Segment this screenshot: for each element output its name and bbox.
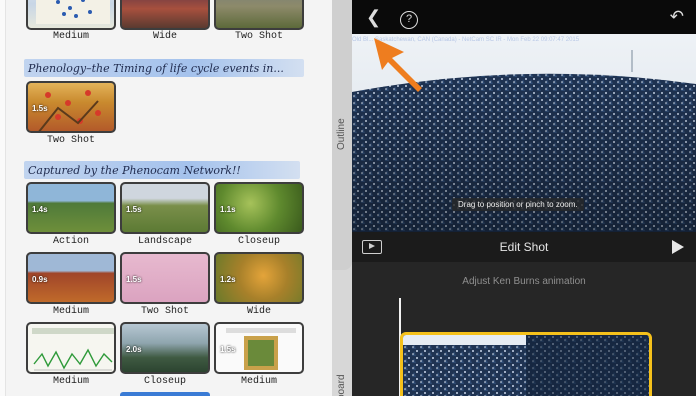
storyboard-clip[interactable]: Two Shot <box>214 0 304 44</box>
clip-thumbnail <box>26 322 116 374</box>
clip-thumbnail: 1.1s <box>214 182 304 234</box>
clip-thumbnail: 0.9s <box>26 252 116 304</box>
clip-label: Action <box>52 236 89 247</box>
clip-label: Wide <box>246 306 271 317</box>
clip-thumbnail: 1.2s <box>214 252 304 304</box>
storyboard-tab-label[interactable]: board <box>336 374 347 396</box>
ken-burns-label: Adjust Ken Burns animation <box>462 276 586 287</box>
storyboard-clip[interactable]: 1.5s Two Shot <box>26 81 116 147</box>
storyboard-clip[interactable]: 1.5s Two Shot <box>120 252 210 318</box>
next-row-peek <box>120 392 210 396</box>
ken-burns-panel: Adjust Ken Burns animation <box>352 262 696 396</box>
outline-tab-label[interactable]: Outline <box>336 118 347 150</box>
camera-info-overlay: Old Bl... Saskatchewan, CAN (Canada) - N… <box>352 37 580 43</box>
map-image <box>36 0 110 24</box>
back-chevron-icon[interactable]: ❮ <box>366 8 381 26</box>
drag-hint-label: Drag to position or pinch to zoom. <box>452 198 584 211</box>
clip-thumbnail: 2.0s <box>120 322 210 374</box>
clip-thumbnail: 1.5s <box>120 182 210 234</box>
editor-top-bar: ❮ ? ↶ <box>352 0 696 34</box>
storyboard-clip[interactable]: Medium <box>26 0 116 44</box>
clip-duration: 0.9s <box>32 275 48 284</box>
clip-duration: 1.4s <box>32 205 48 214</box>
clip-duration: 1.5s <box>220 345 236 354</box>
undo-icon[interactable]: ↶ <box>670 8 684 26</box>
storyboard-clip[interactable]: 1.5s Landscape <box>120 182 210 248</box>
clip-label: Medium <box>240 376 277 387</box>
clip-label: Two Shot <box>234 31 283 42</box>
clip-duration: 1.5s <box>126 205 142 214</box>
shot-editor: ❮ ? ↶ Old Bl... Saskatchewan, CAN (Canad… <box>352 0 696 396</box>
help-question-icon[interactable]: ? <box>400 11 418 29</box>
clip-label: Medium <box>52 31 89 42</box>
section-title[interactable]: Captured by the Phenocam Network!! <box>28 164 241 177</box>
clip-label: Two Shot <box>46 135 95 146</box>
storyboard-clip[interactable]: 2.0s Closeup <box>120 322 210 388</box>
storyboard-clip[interactable]: 0.9s Medium <box>26 252 116 318</box>
clip-label: Wide <box>152 31 177 42</box>
clip-thumbnail <box>26 0 116 30</box>
side-tab-strip: Outline board <box>332 0 352 396</box>
edit-shot-title: Edit Shot <box>499 240 549 254</box>
clip-duration: 1.5s <box>126 275 142 284</box>
storyboard-clip[interactable]: Medium <box>26 322 116 388</box>
clip-label: Closeup <box>237 236 280 247</box>
clip-thumbnail: 1.5s <box>120 252 210 304</box>
clip-frames-image <box>403 335 649 396</box>
clip-duration: 1.1s <box>220 205 236 214</box>
storyboard-clip[interactable]: 1.4s Action <box>26 182 116 248</box>
clip-duration: 2.0s <box>126 345 142 354</box>
graph-image <box>32 328 114 371</box>
play-icon[interactable] <box>672 240 684 254</box>
preview-viewport[interactable]: ❮ ? ↶ Old Bl... Saskatchewan, CAN (Canad… <box>352 0 696 232</box>
clip-thumbnail: 1.5s <box>26 81 116 133</box>
clip-duration: 1.2s <box>220 275 236 284</box>
clip-label: Closeup <box>143 376 186 387</box>
clip-thumbnail: 1.5s <box>214 322 304 374</box>
storyboard-clip[interactable]: 1.1s Closeup <box>214 182 304 248</box>
clip-label: Medium <box>52 306 89 317</box>
clip-duration: 1.5s <box>32 104 48 113</box>
storyboard-clip[interactable]: Wide <box>120 0 210 44</box>
panel-edge <box>0 0 6 396</box>
section-title[interactable]: Phenology–the Timing of life cycle event… <box>28 62 284 75</box>
clip-label: Medium <box>52 376 89 387</box>
storyboard-clip[interactable]: 1.2s Wide <box>214 252 304 318</box>
storyboard-clip[interactable]: 1.5s Medium <box>214 322 304 388</box>
clip-thumbnail <box>120 0 210 30</box>
edit-shot-bar: Edit Shot <box>352 232 696 262</box>
clip-label: Landscape <box>137 236 192 247</box>
clip-thumbnail <box>214 0 304 30</box>
clip-label: Two Shot <box>140 306 189 317</box>
timeline-clip[interactable] <box>400 332 652 396</box>
storyboard-panel: Medium Wide Two Shot Phenology–the Timin… <box>0 0 352 396</box>
